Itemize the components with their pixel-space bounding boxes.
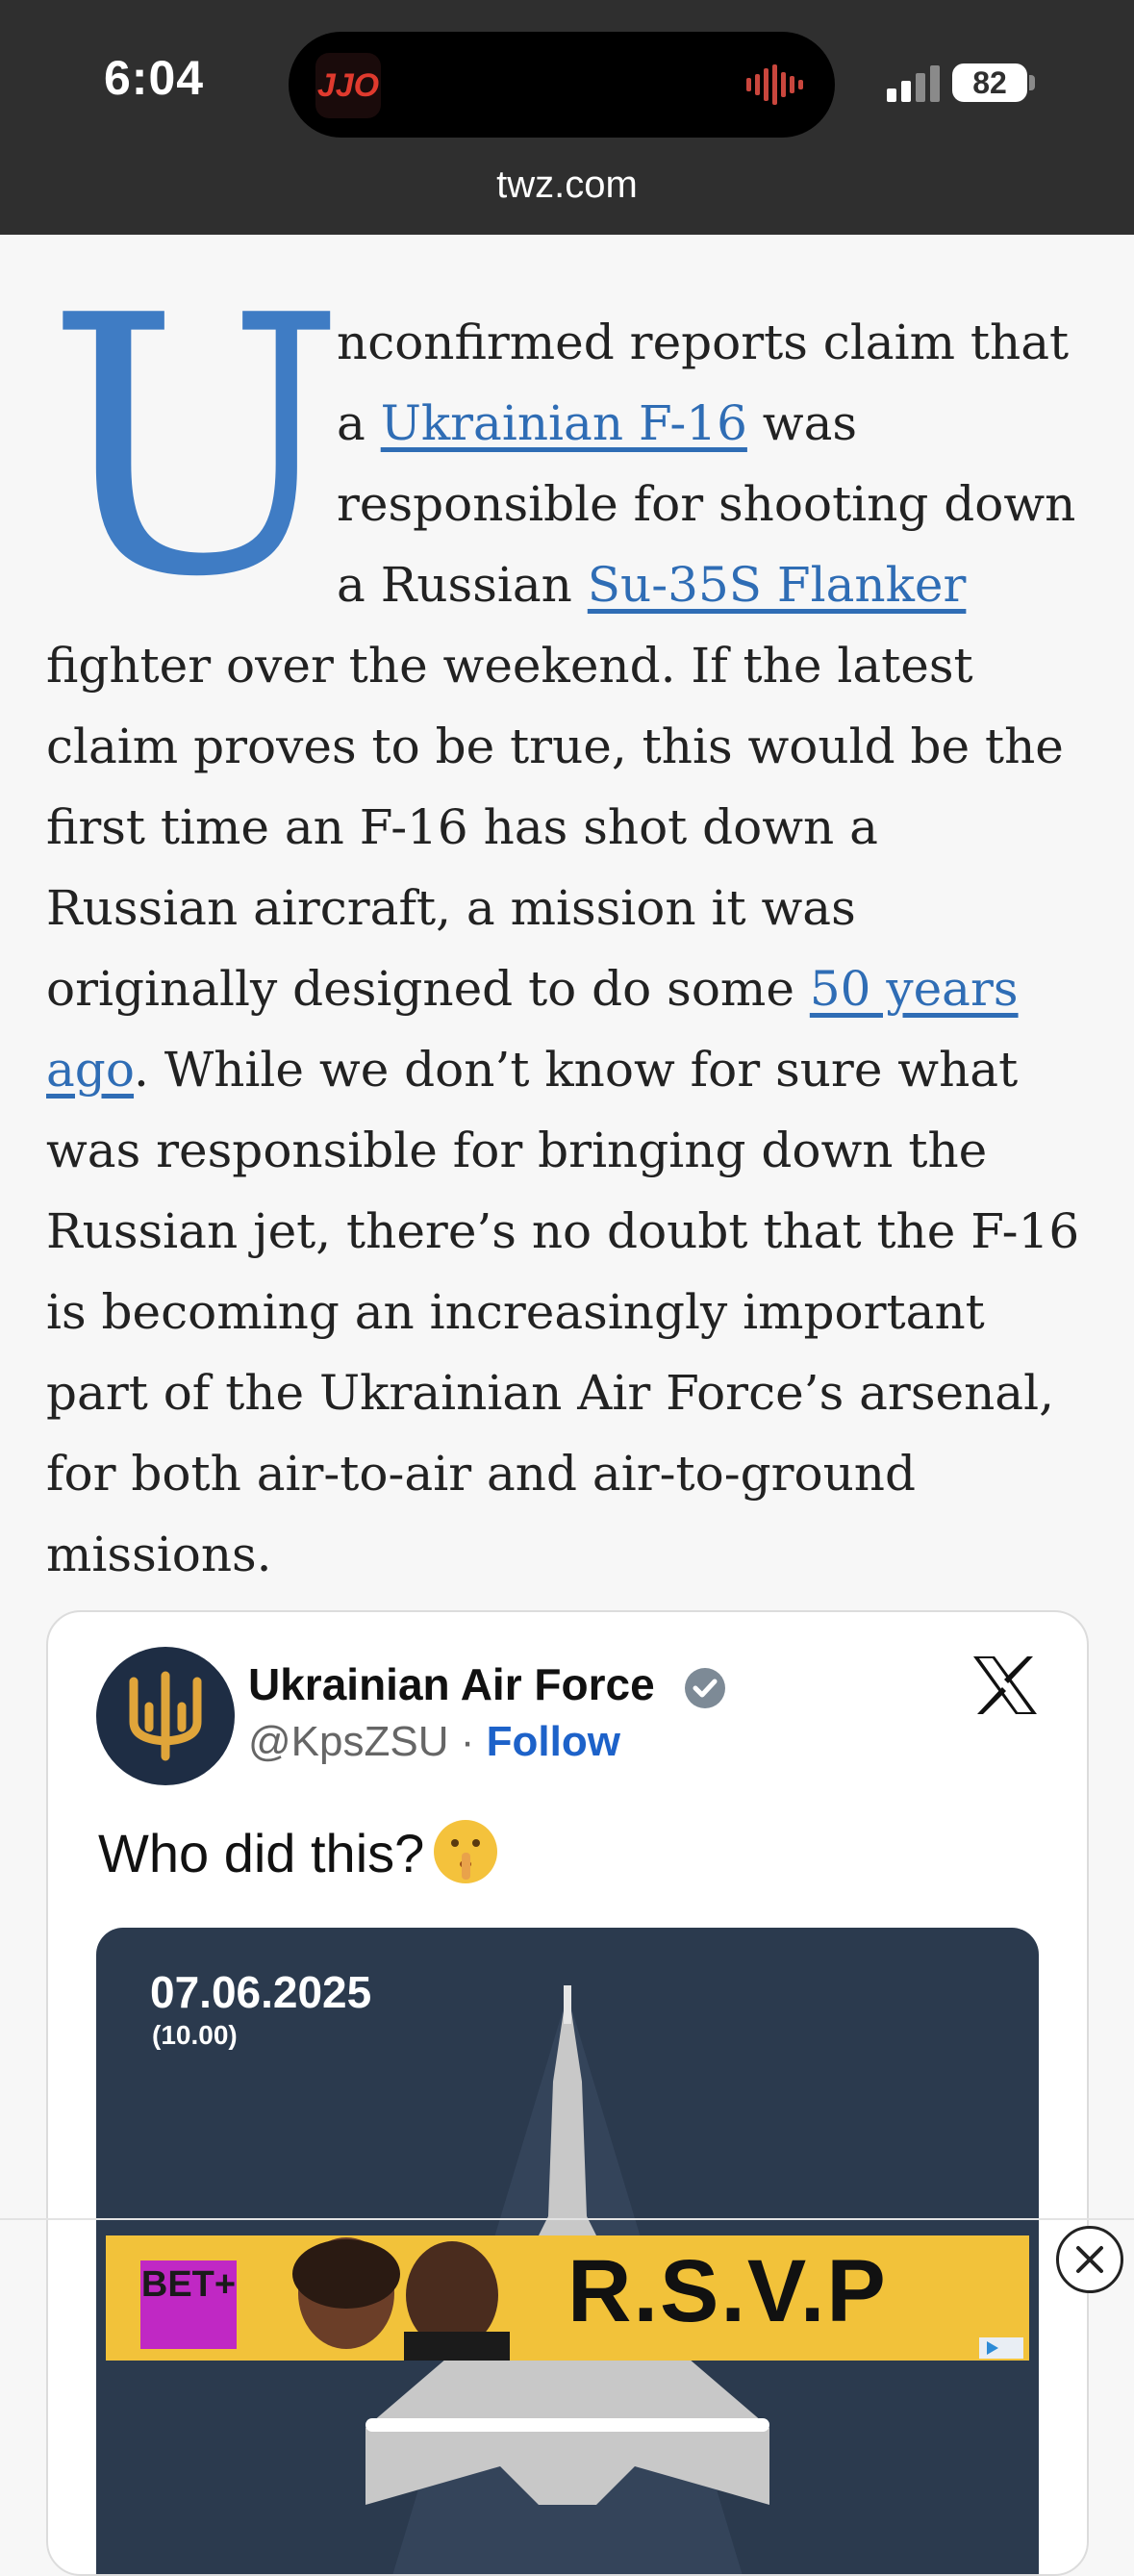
link-su35s-flanker[interactable]: Su-35S Flanker [588,557,967,613]
tweet-handle-line: @KpsZSU · Follow [248,1718,620,1766]
dynamic-island[interactable]: JJO [289,32,835,138]
trident-icon [129,1671,202,1761]
audio-wave-icon [746,64,803,105]
ad-banner[interactable]: BET+ R.S.V.P [106,2235,1029,2361]
ad-people-image [292,2237,510,2361]
ad-choices-icon[interactable] [979,2337,1023,2359]
link-ukrainian-f16[interactable]: Ukrainian F-16 [381,395,747,451]
article-body: U nconfirmed reports claim that a Ukrain… [46,241,1085,1595]
address-bar-url[interactable]: twz.com [0,164,1134,207]
verified-badge-icon [685,1668,725,1708]
avatar[interactable] [96,1647,235,1785]
clock-time: 6:04 [104,51,205,105]
media-date: 07.06.2025 [150,1967,372,2017]
battery-indicator: 82 [952,63,1027,102]
tweet-handle[interactable]: @KpsZSU [248,1718,448,1765]
drop-cap: U [46,241,346,655]
x-logo-icon[interactable] [971,1654,1039,1716]
article-text: fighter over the weekend. If the latest … [46,638,1064,1017]
tweet-text: Who did this? [98,1820,498,1884]
shushing-face-emoji-icon [434,1820,498,1883]
close-ad-button[interactable] [1056,2226,1123,2293]
status-bar: 6:04 JJO 82 twz.com [0,0,1134,235]
close-icon [1076,2246,1103,2273]
ad-headline: R.S.V.P [567,2242,888,2340]
media-time: (10.00) [152,2020,238,2050]
battery-tip [1029,75,1035,90]
live-activity-app-icon: JJO [315,53,381,118]
follow-button[interactable]: Follow [487,1718,620,1765]
separator-dot: · [460,1718,475,1765]
home-indicator[interactable] [365,2418,769,2432]
cellular-signal-icon [887,65,940,102]
tweet-author-name[interactable]: Ukrainian Air Force [248,1658,655,1710]
tweet-text-content: Who did this? [98,1823,425,1883]
ad-brand-logo: BET+ [140,2260,237,2349]
article-text: . While we don’t know for sure what was … [46,1042,1080,1582]
